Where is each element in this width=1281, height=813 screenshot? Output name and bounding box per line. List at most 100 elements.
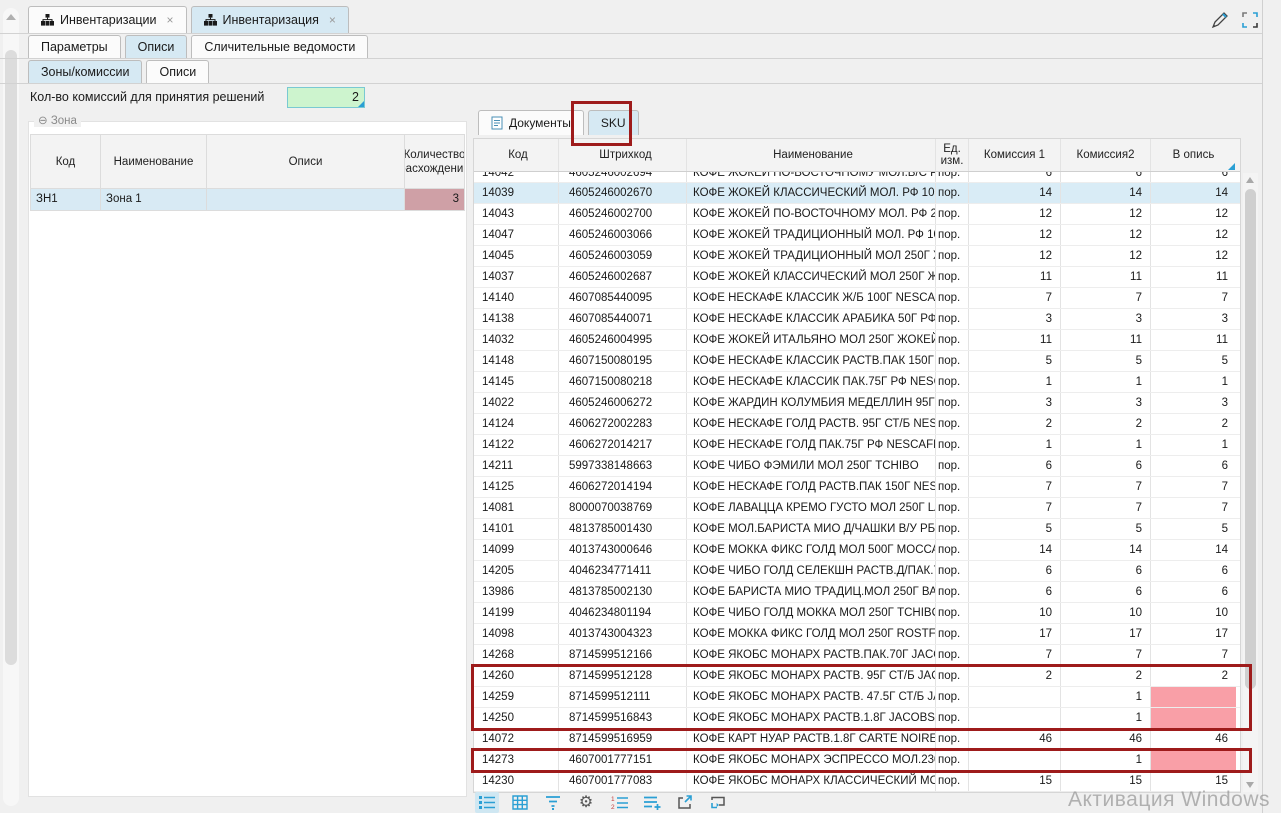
sku-table-row[interactable]: 14199 4046234801194 КОФЕ ЧИБО ГОЛД МОККА… (474, 603, 1240, 624)
window-tab[interactable]: Инвентаризации × (28, 6, 187, 33)
right-edge-log (1267, 4, 1281, 180)
sku-table-row[interactable]: 14140 4607085440095 КОФЕ НЕСКАФЕ КЛАССИК… (474, 288, 1240, 309)
sku-barcode-cell: 4605246002670 (559, 183, 687, 203)
list-view-button[interactable] (475, 792, 499, 813)
edit-pencil-icon[interactable] (1210, 10, 1230, 33)
grid-view-button[interactable] (508, 792, 532, 813)
log-entry[interactable] (1267, 4, 1281, 26)
sku-name-cell: КОФЕ ЖОКЕЙ ПО-ВОСТОЧНОМУ МОЛ. РФ 2 (687, 204, 936, 224)
fullscreen-icon[interactable] (1240, 10, 1260, 33)
collapse-icon[interactable]: ⊖ (38, 115, 48, 127)
tab-documents[interactable]: Документы (478, 110, 584, 135)
section-tab[interactable]: Описи (125, 35, 188, 58)
document-icon (491, 116, 503, 130)
sku-table-row[interactable]: 14124 4606272002283 КОФЕ НЕСКАФЕ ГОЛД РА… (474, 414, 1240, 435)
sku-table-row[interactable]: 14043 4605246002700 КОФЕ ЖОКЕЙ ПО-ВОСТОЧ… (474, 204, 1240, 225)
column-header[interactable]: Количество расхождений (405, 134, 465, 189)
sku-code-cell: 14199 (474, 603, 559, 623)
log-entry[interactable] (1267, 136, 1281, 158)
sku-unit-cell: пор. (936, 351, 969, 371)
settings-button[interactable]: ⚙ (574, 792, 598, 813)
close-icon[interactable]: × (167, 13, 174, 27)
sku-to-opis-cell: 1 (1151, 435, 1236, 455)
zone-table-row[interactable]: ЗН1 Зона 1 3 (30, 189, 465, 211)
sku-commission2-cell: 17 (1061, 624, 1151, 644)
scroll-up-arrow-icon[interactable] (6, 14, 16, 20)
sku-table-row[interactable]: 14125 4606272014194 КОФЕ НЕСКАФЕ ГОЛД РА… (474, 477, 1240, 498)
sku-barcode-cell: 4013743000646 (559, 540, 687, 560)
column-header-name[interactable]: Наименование (687, 139, 936, 171)
column-header[interactable]: Код (30, 134, 101, 189)
numbered-list-button[interactable]: 12 (607, 792, 631, 813)
section-tab[interactable]: Параметры (28, 35, 121, 58)
sku-table-row[interactable]: 14047 4605246003066 КОФЕ ЖОКЕЙ ТРАДИЦИОН… (474, 225, 1240, 246)
right-panel-divider[interactable] (1262, 0, 1263, 813)
sku-unit-cell: пор. (936, 288, 969, 308)
column-header-commission2[interactable]: Комиссия2 (1061, 139, 1151, 171)
sku-table-row[interactable]: 14039 4605246002670 КОФЕ ЖОКЕЙ КЛАССИЧЕС… (474, 183, 1240, 204)
sku-table-row[interactable]: 14138 4607085440071 КОФЕ НЕСКАФЕ КЛАССИК… (474, 309, 1240, 330)
log-entry[interactable] (1267, 92, 1281, 114)
sku-table-row[interactable]: 14122 4606272014217 КОФЕ НЕСКАФЕ ГОЛД ПА… (474, 435, 1240, 456)
sku-barcode-cell: 4605246004995 (559, 330, 687, 350)
sku-table-row[interactable]: 14148 4607150080195 КОФЕ НЕСКАФЕ КЛАССИК… (474, 351, 1240, 372)
zone-group-legend[interactable]: ⊖ Зона (34, 113, 81, 127)
sku-scrollbar-thumb[interactable] (1245, 189, 1256, 689)
sku-commission1-cell: 12 (969, 225, 1061, 245)
sku-unit-cell: пор. (936, 561, 969, 581)
add-to-list-button[interactable] (640, 792, 664, 813)
left-scrollbar-thumb[interactable] (5, 50, 17, 665)
sku-table-row[interactable]: 14081 8000070038769 КОФЕ ЛАВАЦЦА КРЕМО Г… (474, 498, 1240, 519)
sku-table-row[interactable]: 14205 4046234771411 КОФЕ ЧИБО ГОЛД СЕЛЕК… (474, 561, 1240, 582)
sku-table-row[interactable]: 14145 4607150080218 КОФЕ НЕСКАФЕ КЛАССИК… (474, 372, 1240, 393)
open-external-button[interactable] (673, 792, 697, 813)
sku-to-opis-cell: 3 (1151, 393, 1236, 413)
subsection-tab[interactable]: Зоны/комиссии (28, 60, 142, 83)
sku-name-cell: КОФЕ БАРИСТА МИО ТРАДИЦ.МОЛ 250Г ВА (687, 582, 936, 602)
log-entry[interactable] (1267, 158, 1281, 180)
column-header-to-opis[interactable]: В опись (1151, 139, 1236, 171)
scroll-up-arrow-icon[interactable] (1246, 177, 1254, 183)
sku-table-row[interactable]: 14072 8714599516959 КОФЕ КАРТ НУАР РАСТВ… (474, 729, 1240, 750)
sku-table-row[interactable]: 14098 4013743004323 КОФЕ МОККА ФИКС ГОЛД… (474, 624, 1240, 645)
filter-button[interactable] (541, 792, 565, 813)
sku-commission1-cell: 5 (969, 351, 1061, 371)
sku-table-row[interactable]: 14211 5997338148663 КОФЕ ЧИБО ФЭМИЛИ МОЛ… (474, 456, 1240, 477)
window-tab[interactable]: Инвентаризация × (191, 6, 349, 33)
sku-table-row[interactable]: 14037 4605246002687 КОФЕ ЖОКЕЙ КЛАССИЧЕС… (474, 267, 1240, 288)
sku-unit-cell: пор. (936, 246, 969, 266)
sku-barcode-cell: 4606272014217 (559, 435, 687, 455)
log-entry[interactable] (1267, 26, 1281, 48)
sku-table-row[interactable]: 14045 4605246003059 КОФЕ ЖОКЕЙ ТРАДИЦИОН… (474, 246, 1240, 267)
sku-code-cell: 14138 (474, 309, 559, 329)
sku-table-row[interactable]: 13986 4813785002130 КОФЕ БАРИСТА МИО ТРА… (474, 582, 1240, 603)
column-header[interactable]: Описи (207, 134, 405, 189)
commission-count-input[interactable]: 2 (287, 87, 365, 108)
sku-commission1-cell: 7 (969, 477, 1061, 497)
sku-unit-cell: пор. (936, 172, 969, 182)
sku-commission2-cell: 10 (1061, 603, 1151, 623)
sku-table-row[interactable]: 14042 4605246002694 КОФЕ ЖОКЕЙ ПО-ВОСТОЧ… (474, 172, 1240, 183)
column-header-commission1[interactable]: Комиссия 1 (969, 139, 1061, 171)
subsection-tab[interactable]: Описи (146, 60, 209, 83)
sku-name-cell: КОФЕ НЕСКАФЕ ГОЛД ПАК.75Г РФ NESCAFE (687, 435, 936, 455)
log-entry[interactable] (1267, 114, 1281, 136)
log-entry[interactable] (1267, 70, 1281, 92)
column-header[interactable]: Наименование (101, 134, 207, 189)
column-header-unit[interactable]: Ед. изм. (936, 139, 969, 171)
sku-table-row[interactable]: 14268 8714599512166 КОФЕ ЯКОБС МОНАРХ РА… (474, 645, 1240, 666)
section-tab[interactable]: Сличительные ведомости (191, 35, 368, 58)
refresh-button[interactable] (706, 792, 730, 813)
left-scrollbar[interactable] (3, 8, 19, 806)
close-icon[interactable]: × (329, 13, 336, 27)
sku-table-row[interactable]: 14101 4813785001430 КОФЕ МОЛ.БАРИСТА МИО… (474, 519, 1240, 540)
column-header-code[interactable]: Код (474, 139, 559, 171)
log-entry[interactable] (1267, 48, 1281, 70)
sku-table-row[interactable]: 14032 4605246004995 КОФЕ ЖОКЕЙ ИТАЛЬЯНО … (474, 330, 1240, 351)
sku-name-cell: КОФЕ ЖОКЕЙ ТРАДИЦИОННЫЙ МОЛ. РФ 10 (687, 225, 936, 245)
sku-commission2-cell: 6 (1061, 172, 1151, 182)
sku-unit-cell: пор. (936, 729, 969, 749)
sku-table-row[interactable]: 14022 4605246006272 КОФЕ ЖАРДИН КОЛУМБИЯ… (474, 393, 1240, 414)
sku-table-row[interactable]: 14099 4013743000646 КОФЕ МОККА ФИКС ГОЛД… (474, 540, 1240, 561)
sku-code-cell: 14125 (474, 477, 559, 497)
